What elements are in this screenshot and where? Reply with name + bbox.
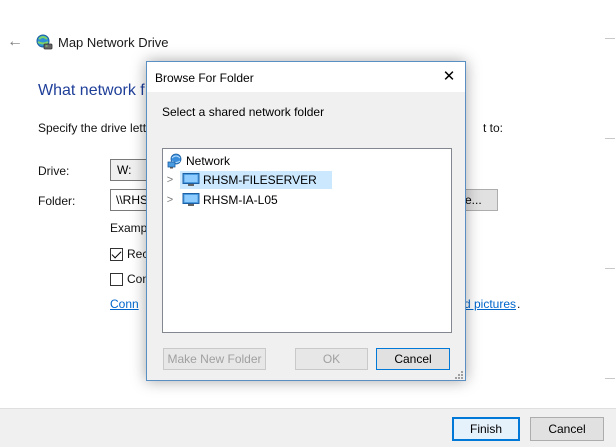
computer-icon [182,173,200,187]
make-new-folder-button[interactable]: Make New Folder [163,348,266,370]
dialog-title: Browse For Folder [155,71,254,85]
ok-button[interactable]: OK [295,348,368,370]
wizard-footer [0,408,616,447]
folder-input[interactable]: \\RHS [110,189,150,211]
connect-link[interactable]: Conn [110,297,139,311]
resize-grip-icon[interactable] [454,369,464,379]
wizard-heading: What network f [38,82,145,99]
computer-icon [182,193,200,207]
tree-label-server: RHSM-FILESERVER [203,173,317,187]
folder-label: Folder: [38,194,76,208]
finish-button[interactable]: Finish [452,417,520,441]
specify-instructions: Specify the drive lett [38,121,147,135]
dialog-cancel-button[interactable]: Cancel [376,348,450,370]
pictures-link[interactable]: d pictures [464,297,516,311]
reconnect-checkbox[interactable] [110,248,123,261]
tree-item-server[interactable]: > RHSM-IA-L05 [163,191,333,209]
tree-label-server: RHSM-IA-L05 [203,193,278,207]
chevron-right-icon[interactable]: > [165,191,175,209]
link-period: . [517,297,521,311]
chevron-right-icon[interactable]: > [165,171,175,189]
browse-button[interactable]: e... [462,189,498,211]
window-title: Map Network Drive [58,35,169,50]
scrollbar[interactable] [598,18,616,408]
close-icon[interactable]: ✕ [435,64,463,90]
specify-instructions-tail: t to: [483,121,504,135]
tree-label-network: Network [186,154,231,168]
drive-select[interactable]: W: [110,159,150,181]
network-icon [167,153,183,169]
credentials-checkbox[interactable] [110,273,123,286]
folder-tree[interactable]: Network > RHSM-FILESERVER > RHSM-IA-L05 [162,148,452,333]
wizard-cancel-button[interactable]: Cancel [530,417,604,441]
example-text: Examp [110,221,148,235]
browse-for-folder-dialog: Browse For Folder ✕ Select a shared netw… [146,61,466,381]
drive-label: Drive: [38,164,70,178]
back-arrow-icon[interactable]: ← [6,33,24,51]
network-drive-icon [35,33,53,51]
dialog-description: Select a shared network folder [162,105,325,119]
tree-item-server[interactable]: > RHSM-FILESERVER [163,171,333,189]
